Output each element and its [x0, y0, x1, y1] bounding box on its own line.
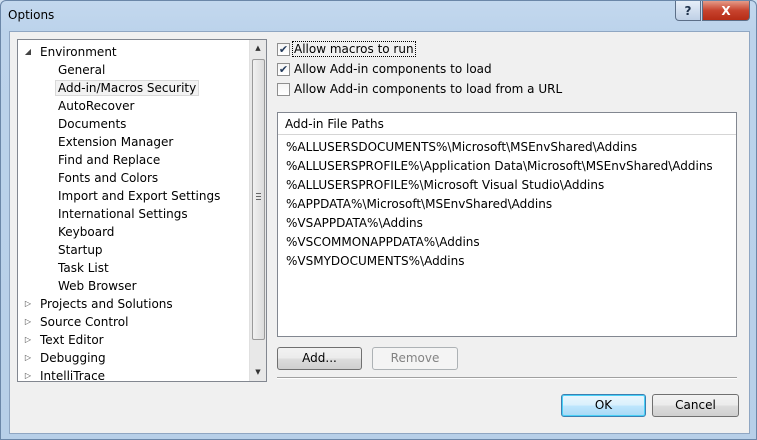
tree-item[interactable]: AutoRecover — [55, 97, 137, 115]
path-list-item[interactable]: %VSAPPDATA%\Addins — [286, 214, 423, 233]
tree-item-label: General — [58, 63, 106, 77]
path-list-item[interactable]: %APPDATA%\Microsoft\MSEnvShared\Addins — [286, 195, 552, 214]
tree-item[interactable]: ▷ IntelliTrace — [25, 367, 108, 382]
grip-icon — [256, 193, 261, 200]
tree-item-label: International Settings — [58, 207, 188, 221]
tree-item-label: Web Browser — [58, 279, 137, 293]
tree-item[interactable]: Documents — [55, 115, 129, 133]
collapsed-triangle-icon[interactable]: ▷ — [23, 349, 33, 367]
cancel-button[interactable]: Cancel — [652, 394, 739, 417]
tree-item-label: Extension Manager — [58, 135, 174, 149]
allow-addins-checkbox[interactable]: ✔ — [277, 62, 290, 76]
options-tree[interactable]: ◢ Environment General Add-in/Macros Securit… — [17, 39, 267, 382]
tree-item-label: Fonts and Colors — [58, 171, 159, 185]
tree-scrollbar[interactable]: ▲ ▼ — [249, 40, 266, 381]
tree-item-label: Import and Export Settings — [58, 189, 221, 203]
collapsed-triangle-icon[interactable]: ▷ — [23, 313, 33, 331]
path-list-item[interactable]: %ALLUSERSPROFILE%\Microsoft Visual Studi… — [286, 176, 604, 195]
tree-item[interactable]: International Settings — [55, 205, 191, 223]
divider — [277, 377, 737, 379]
allow-macros-option[interactable]: ✔ Allow macros to run — [277, 40, 416, 58]
allow-macros-label: Allow macros to run — [292, 41, 416, 57]
tree-item[interactable]: General — [55, 61, 108, 79]
allow-url-option[interactable]: Allow Add-in components to load from a U… — [277, 80, 563, 98]
tree-item-label: Task List — [58, 261, 109, 275]
ok-button[interactable]: OK — [561, 394, 646, 417]
tree-item[interactable]: Extension Manager — [55, 133, 176, 151]
collapsed-triangle-icon[interactable]: ▷ — [23, 367, 33, 381]
tree-item[interactable]: ◢ Environment — [25, 43, 120, 61]
tree-item-label: Projects and Solutions — [40, 297, 173, 311]
tree-item-label: Documents — [58, 117, 127, 131]
tree-item[interactable]: Keyboard — [55, 223, 117, 241]
options-dialog: Options ? X ◢ Environment General Add-in/Ma… — [0, 0, 757, 440]
scroll-thumb[interactable] — [252, 59, 265, 340]
tree-item-label: Debugging — [40, 351, 106, 365]
add-button[interactable]: Add... — [277, 347, 362, 370]
tree-item-label: Source Control — [40, 315, 129, 329]
tree-item[interactable]: ▷ Text Editor — [25, 331, 107, 349]
tree-item[interactable]: ▷ Source Control — [25, 313, 131, 331]
addin-paths-list[interactable]: Add-in File Paths %ALLUSERSDOCUMENTS%\Mi… — [277, 112, 737, 337]
allow-macros-checkbox[interactable]: ✔ — [277, 42, 290, 56]
allow-url-checkbox[interactable] — [277, 82, 290, 96]
tree-item[interactable]: Add-in/Macros Security — [55, 79, 200, 97]
scroll-up-icon[interactable]: ▲ — [250, 40, 266, 57]
collapsed-triangle-icon[interactable]: ▷ — [23, 295, 33, 313]
path-list-item[interactable]: %VSCOMMONAPPDATA%\Addins — [286, 233, 480, 252]
paths-header: Add-in File Paths — [278, 113, 736, 135]
tree-item[interactable]: Task List — [55, 259, 112, 277]
tree-item[interactable]: ▷ Debugging — [25, 349, 109, 367]
tree-item[interactable]: ▷ Projects and Solutions — [25, 295, 176, 313]
tree-item[interactable]: Fonts and Colors — [55, 169, 161, 187]
tree-item-label: AutoRecover — [58, 99, 135, 113]
window-title: Options — [8, 8, 55, 22]
tree-item[interactable]: Find and Replace — [55, 151, 163, 169]
collapsed-triangle-icon[interactable]: ▷ — [23, 331, 33, 349]
allow-url-label: Allow Add-in components to load from a U… — [294, 82, 563, 96]
remove-button[interactable]: Remove — [372, 347, 458, 370]
allow-addins-option[interactable]: ✔ Allow Add-in components to load — [277, 60, 493, 78]
tree-item-label: IntelliTrace — [40, 369, 106, 382]
tree-item-label: Startup — [58, 243, 103, 257]
tree-item-label: Add-in/Macros Security — [55, 80, 200, 96]
tree-item-label: Text Editor — [40, 333, 104, 347]
tree-item[interactable]: Web Browser — [55, 277, 140, 295]
path-list-item[interactable]: %VSMYDOCUMENTS%\Addins — [286, 252, 465, 271]
scroll-down-icon[interactable]: ▼ — [250, 364, 266, 381]
allow-addins-label: Allow Add-in components to load — [294, 62, 492, 76]
path-list-item[interactable]: %ALLUSERSDOCUMENTS%\Microsoft\MSEnvShare… — [286, 138, 637, 157]
expanded-triangle-icon[interactable]: ◢ — [23, 43, 33, 61]
path-list-item[interactable]: %ALLUSERSPROFILE%\Application Data\Micro… — [286, 157, 713, 176]
tree-item-label: Find and Replace — [58, 153, 161, 167]
tree-item-label: Keyboard — [58, 225, 115, 239]
dialog-client-area: ◢ Environment General Add-in/Macros Securit… — [9, 31, 750, 434]
help-button[interactable]: ? — [675, 1, 701, 21]
tree-item[interactable]: Import and Export Settings — [55, 187, 223, 205]
tree-item[interactable]: Startup — [55, 241, 106, 259]
tree-item-label: Environment — [40, 45, 117, 59]
close-button[interactable]: X — [702, 1, 750, 21]
